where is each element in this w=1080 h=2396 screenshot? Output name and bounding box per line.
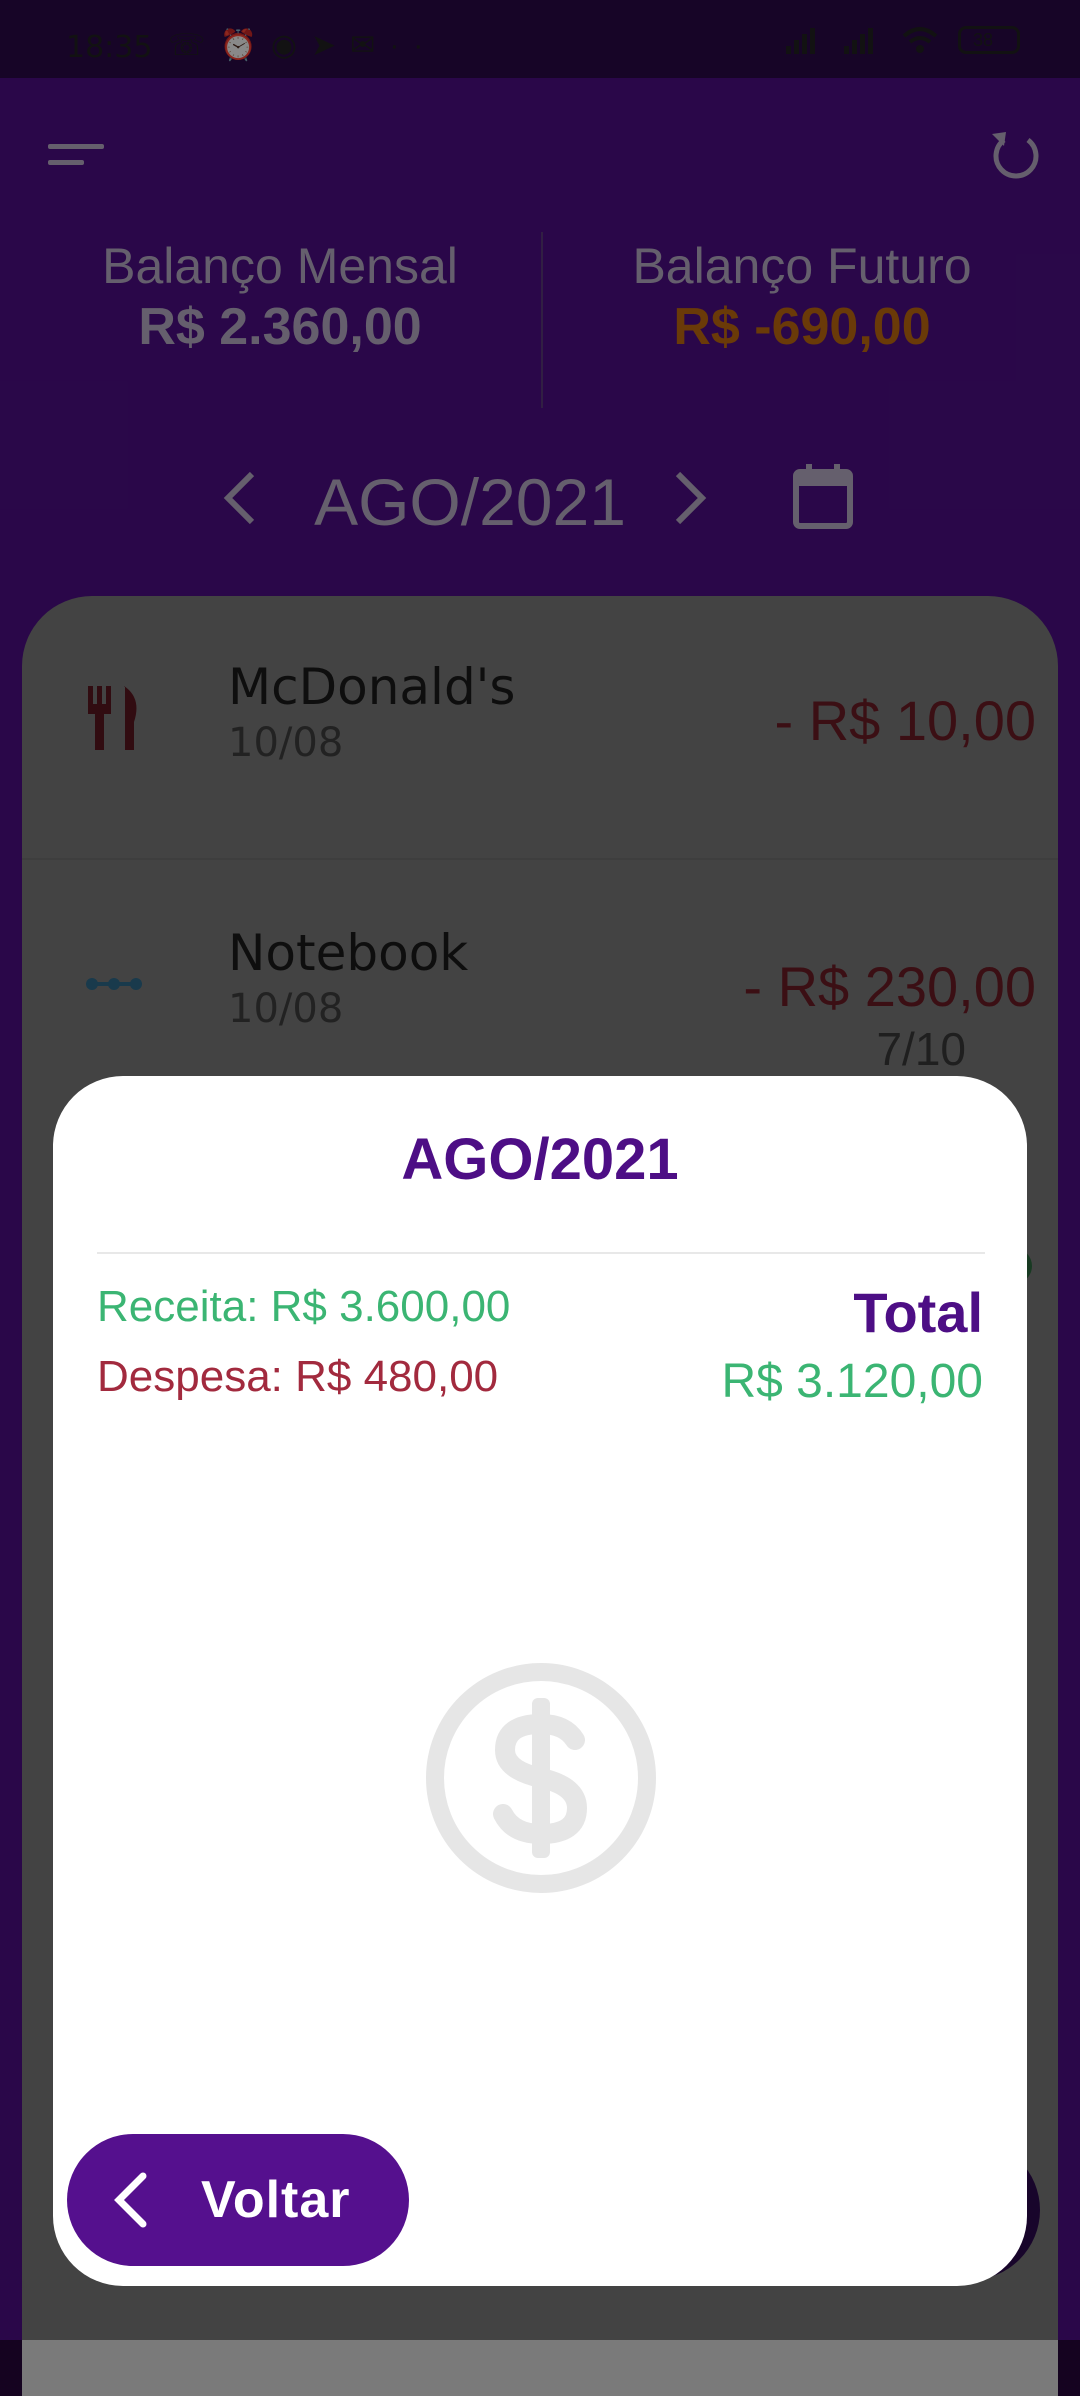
- dollar-icon: [426, 1663, 656, 1893]
- total-label: Total: [853, 1281, 983, 1344]
- expense-summary: Despesa: R$ 480,00: [97, 1352, 499, 1401]
- back-button[interactable]: Voltar: [67, 2134, 409, 2266]
- back-button-label: Voltar: [201, 2171, 351, 2229]
- total-value: R$ 3.120,00: [721, 1355, 983, 1408]
- divider: [97, 1252, 985, 1254]
- income-summary: Receita: R$ 3.600,00: [97, 1282, 511, 1331]
- month-summary-dialog: AGO/2021 Receita: R$ 3.600,00 Despesa: R…: [53, 1076, 1027, 2286]
- chevron-left-icon: [114, 2172, 147, 2228]
- dialog-title: AGO/2021: [401, 1127, 679, 1192]
